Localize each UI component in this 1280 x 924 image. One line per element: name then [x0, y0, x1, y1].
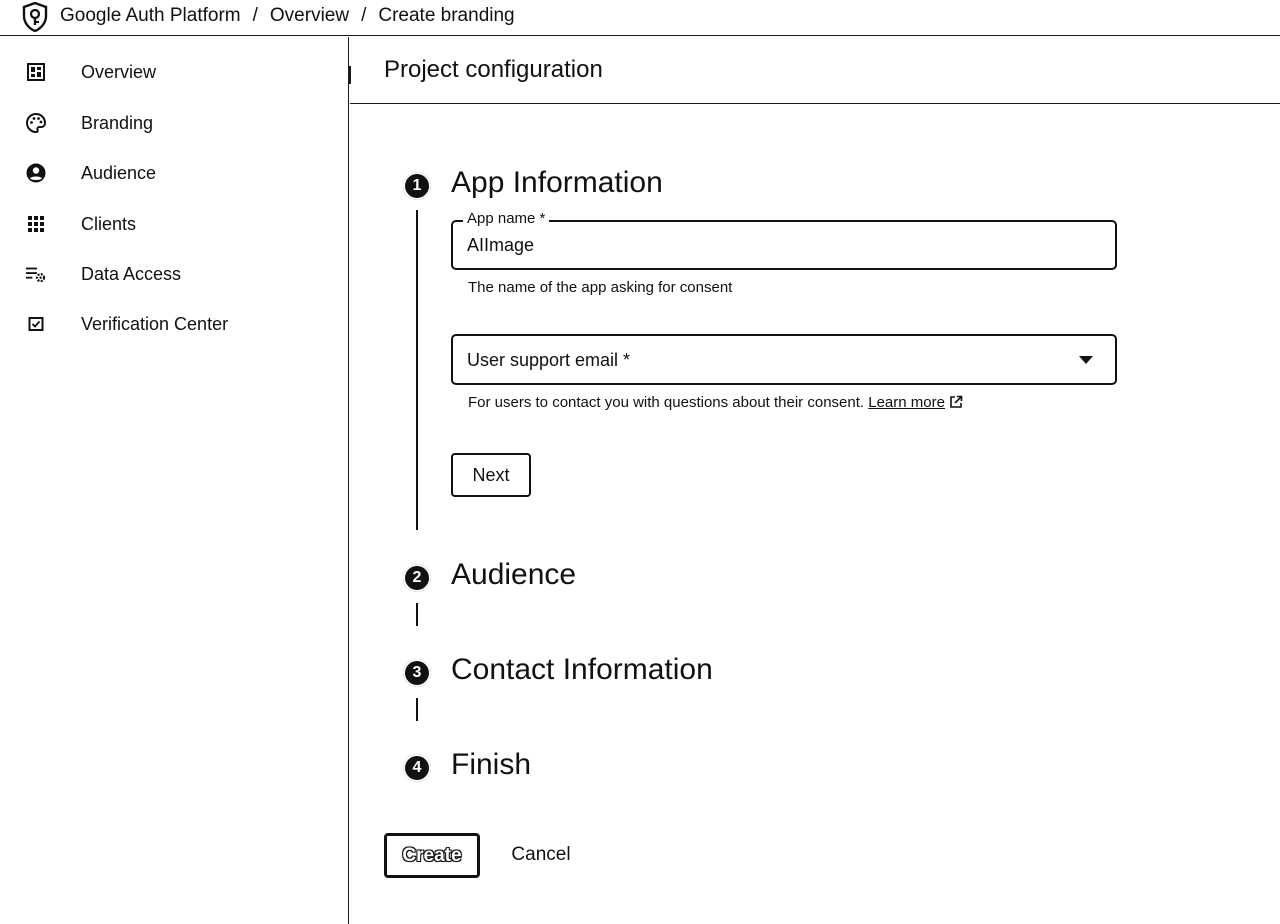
step-title-audience[interactable]: Audience	[451, 558, 576, 592]
breadcrumb-separator: /	[252, 5, 258, 26]
user-support-email-helper: For users to contact you with questions …	[468, 394, 963, 411]
step-title-app-information[interactable]: App Information	[451, 166, 663, 200]
list-settings-icon	[25, 263, 47, 285]
sidebar-item-label: Clients	[81, 213, 137, 234]
sidebar: Overview Branding Audience Clients Data …	[0, 37, 349, 924]
step-number-badge: 2	[403, 564, 431, 592]
step-number-badge: 3	[403, 659, 431, 687]
sidebar-item-label: Branding	[81, 112, 154, 133]
app-name-value[interactable]: AIImage	[467, 235, 534, 256]
dashboard-icon	[25, 61, 47, 83]
sidebar-item-label: Verification Center	[81, 313, 229, 334]
open-in-new-icon	[950, 395, 963, 408]
palette-icon	[25, 112, 47, 134]
sidebar-item-overview[interactable]: Overview	[0, 49, 348, 95]
sidebar-item-data-access[interactable]: Data Access	[0, 251, 348, 297]
breadcrumb-google-auth-platform[interactable]: Google Auth Platform	[60, 5, 241, 27]
sidebar-item-verification-center[interactable]: Verification Center	[0, 301, 348, 347]
step-title-finish[interactable]: Finish	[451, 748, 531, 782]
apps-grid-icon	[25, 213, 47, 235]
breadcrumb-separator: /	[361, 5, 367, 26]
learn-more-link[interactable]: Learn more	[868, 394, 945, 411]
top-bar: Google Auth Platform / Overview / Create…	[0, 0, 1280, 36]
page-title: Project configuration	[384, 56, 603, 83]
user-support-email-label: User support email *	[467, 350, 631, 370]
sidebar-item-clients[interactable]: Clients	[0, 201, 348, 247]
app-name-label: App name *	[463, 210, 550, 227]
create-button[interactable]: Create	[384, 833, 480, 878]
app-name-field[interactable]	[451, 220, 1117, 270]
breadcrumb-overview[interactable]: Overview	[270, 5, 349, 27]
divider	[349, 66, 351, 84]
arrow-drop-down-icon[interactable]	[1078, 355, 1094, 365]
breadcrumb-create-branding: Create branding	[378, 5, 515, 26]
main-header: Project configuration	[350, 37, 1280, 104]
cancel-button[interactable]: Cancel	[496, 840, 586, 870]
create-button-label: Create	[402, 844, 462, 866]
checkbox-icon	[25, 313, 47, 335]
shield-keyhole-icon[interactable]	[22, 2, 48, 32]
sidebar-item-label: Audience	[81, 162, 157, 183]
step-number-badge: 4	[403, 754, 431, 782]
account-circle-icon	[25, 162, 47, 184]
step-connector	[416, 698, 418, 721]
breadcrumb: Google Auth Platform / Overview / Create…	[60, 5, 515, 27]
sidebar-item-branding[interactable]: Branding	[0, 100, 348, 146]
step-connector	[416, 603, 418, 626]
sidebar-item-label: Data Access	[81, 263, 182, 284]
sidebar-item-label: Overview	[81, 61, 157, 82]
sidebar-item-audience[interactable]: Audience	[0, 150, 348, 196]
app-name-helper: The name of the app asking for consent	[468, 279, 733, 296]
next-button[interactable]: Next	[451, 453, 531, 497]
helper-text: For users to contact you with questions …	[468, 394, 865, 411]
step-connector	[416, 210, 418, 530]
step-number-badge: 1	[403, 172, 431, 200]
step-title-contact-information[interactable]: Contact Information	[451, 653, 713, 687]
